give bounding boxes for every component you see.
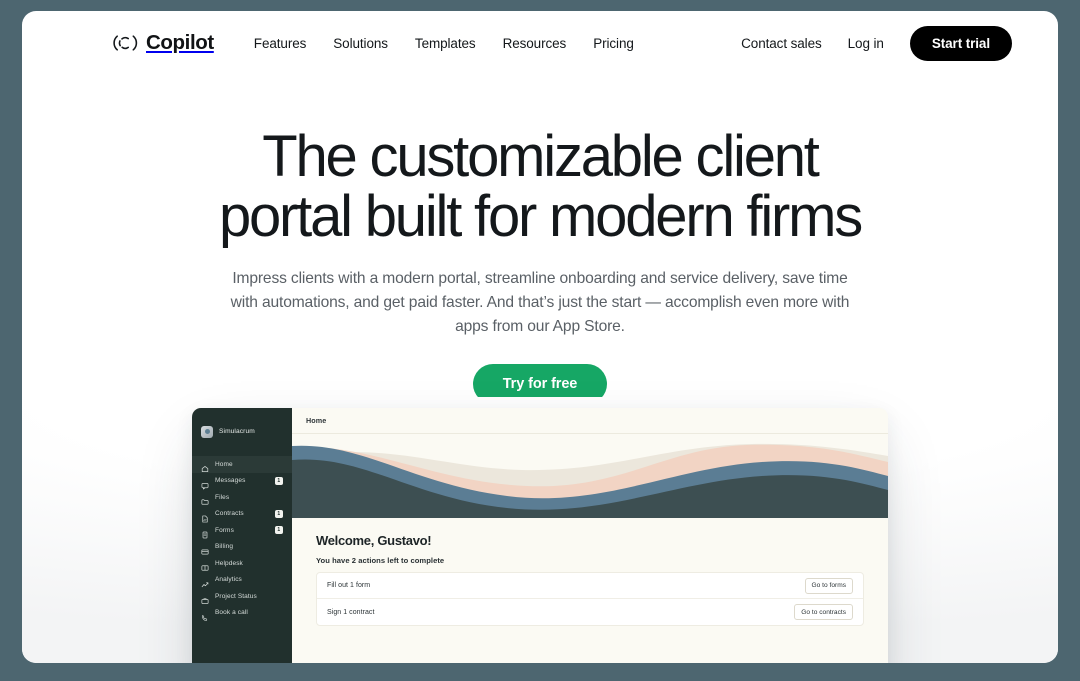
contract-icon <box>201 510 209 523</box>
app-sidebar-nav: Home Messages 1 Files Contracts 1 Forms … <box>192 456 292 621</box>
sidebar-badge: 1 <box>274 526 283 535</box>
app-topbar: Home <box>292 408 888 434</box>
sidebar-badge: 1 <box>274 476 283 485</box>
folder-icon <box>201 493 209 505</box>
sidebar-item-messages[interactable]: Messages 1 <box>192 473 292 490</box>
nav-item-solutions[interactable]: Solutions <box>333 36 388 51</box>
actions-heading: You have 2 actions left to complete <box>316 556 445 565</box>
product-screenshot-stage: Simulacrum Home Messages 1 Files Contrac… <box>22 397 1058 663</box>
action-row: Sign 1 contract Go to contracts <box>317 599 863 625</box>
start-trial-button[interactable]: Start trial <box>909 25 1012 61</box>
sidebar-item-forms[interactable]: Forms 1 <box>192 522 292 539</box>
sidebar-item-analytics[interactable]: Analytics <box>192 572 292 589</box>
action-label: Fill out 1 form <box>327 582 371 589</box>
sidebar-item-billing[interactable]: Billing <box>192 539 292 556</box>
copilot-logo-icon <box>112 32 139 54</box>
app-topbar-title: Home <box>306 416 327 425</box>
sidebar-label: Forms <box>215 526 234 534</box>
workspace-name: Simulacrum <box>219 428 255 435</box>
main-nav: Features Solutions Templates Resources P… <box>254 36 634 51</box>
welcome-heading: Welcome, Gustavo! <box>316 533 432 548</box>
sidebar-label: Project Status <box>215 592 257 600</box>
app-home-body: Welcome, Gustavo! You have 2 actions lef… <box>292 518 888 663</box>
helpdesk-icon <box>201 559 209 571</box>
chat-icon <box>201 477 209 490</box>
product-app-window: Simulacrum Home Messages 1 Files Contrac… <box>192 408 888 663</box>
sidebar-item-home[interactable]: Home <box>192 456 292 473</box>
header-actions: Contact sales Log in Start trial <box>741 25 1012 61</box>
app-banner-illustration <box>292 434 888 518</box>
go-to-contracts-button[interactable]: Go to contracts <box>794 604 853 620</box>
form-icon <box>201 526 209 539</box>
sidebar-label: Files <box>215 493 230 501</box>
nav-item-features[interactable]: Features <box>254 36 307 51</box>
hero-title-line-2: portal built for modern firms <box>218 184 863 250</box>
browser-page-card: Copilot Features Solutions Templates Res… <box>22 11 1058 663</box>
phone-icon <box>201 609 209 621</box>
sidebar-label: Helpdesk <box>215 559 243 567</box>
nav-item-templates[interactable]: Templates <box>415 36 476 51</box>
page-title: The customizable client portal built for… <box>160 124 920 250</box>
brand-logo[interactable]: Copilot <box>112 31 214 55</box>
nav-item-pricing[interactable]: Pricing <box>593 36 634 51</box>
hero-subtitle: Impress clients with a modern portal, st… <box>230 270 850 335</box>
sidebar-item-files[interactable]: Files <box>192 489 292 506</box>
action-label: Sign 1 contract <box>327 608 375 616</box>
sidebar-label: Contracts <box>215 510 244 518</box>
briefcase-icon <box>201 592 209 605</box>
sidebar-label: Billing <box>215 543 234 551</box>
action-row: Fill out 1 form Go to forms <box>317 573 863 599</box>
sidebar-label: Home <box>215 460 233 468</box>
actions-card: Fill out 1 form Go to forms Sign 1 contr… <box>316 572 864 626</box>
sidebar-label: Book a call <box>215 609 248 617</box>
hero-title-line-1: The customizable client <box>262 124 820 189</box>
sidebar-badge: 1 <box>274 509 283 518</box>
sidebar-label: Analytics <box>215 576 242 584</box>
site-header: Copilot Features Solutions Templates Res… <box>22 11 1058 75</box>
sidebar-item-project-status[interactable]: Project Status <box>192 588 292 605</box>
go-to-forms-button[interactable]: Go to forms <box>804 577 853 594</box>
app-sidebar: Simulacrum Home Messages 1 Files Contrac… <box>192 408 292 663</box>
app-main-panel: Home Welcome, Gustavo! You have 2 action… <box>292 408 888 663</box>
contact-sales-link[interactable]: Contact sales <box>741 36 822 51</box>
home-icon <box>201 460 209 473</box>
sidebar-label: Messages <box>215 477 246 485</box>
hero-section: The customizable client portal built for… <box>22 75 1058 404</box>
sidebar-item-helpdesk[interactable]: Helpdesk <box>192 555 292 572</box>
credit-card-icon <box>201 543 209 555</box>
nav-item-resources[interactable]: Resources <box>503 36 567 51</box>
analytics-icon <box>201 576 209 587</box>
brand-name: Copilot <box>146 31 214 54</box>
sidebar-item-contracts[interactable]: Contracts 1 <box>192 506 292 523</box>
workspace-brand[interactable]: Simulacrum <box>192 417 292 443</box>
log-in-link[interactable]: Log in <box>848 36 884 51</box>
workspace-avatar <box>201 425 213 438</box>
sidebar-item-book-a-call[interactable]: Book a call <box>192 605 292 622</box>
